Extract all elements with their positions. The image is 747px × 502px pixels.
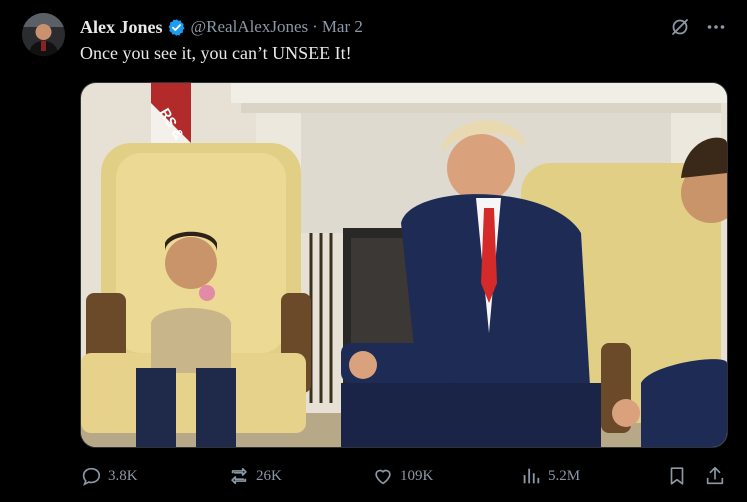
tweet-text: Once you see it, you can’t UNSEE It! [80,43,352,63]
like-button[interactable]: 109K [372,462,433,490]
views-chart-icon [523,468,540,484]
like-count: 109K [400,467,434,484]
tweet-actions: 3.8K 26K 109K 5.2M [80,462,726,490]
views-count: 5.2M [548,467,581,484]
share-button[interactable] [704,462,732,490]
reply-icon [82,467,101,486]
more-icon[interactable] [705,16,727,38]
bookmark-icon [670,467,684,485]
repost-button[interactable]: 26K [228,462,282,490]
header-actions [669,16,727,38]
separator-dot: · [312,17,318,36]
grok-icon[interactable] [669,16,691,38]
reply-button[interactable]: 3.8K [80,462,138,490]
tweet-header: Alex Jones @RealAlexJones · Mar 2 [80,14,363,40]
author-avatar[interactable] [22,13,65,56]
verified-badge-icon [167,18,186,37]
tweet-date[interactable]: Mar 2 [322,17,363,37]
repost-count: 26K [256,467,282,484]
author-name[interactable]: Alex Jones [80,17,163,38]
share-icon [706,466,724,485]
author-handle[interactable]: @RealAlexJones [191,17,309,37]
reply-count: 3.8K [108,467,138,484]
views-button[interactable]: 5.2M [520,462,580,490]
heart-icon [375,469,391,485]
tweet-media-image[interactable]: RS & [80,82,728,448]
repost-icon [231,467,247,485]
bookmark-button[interactable] [666,462,694,490]
